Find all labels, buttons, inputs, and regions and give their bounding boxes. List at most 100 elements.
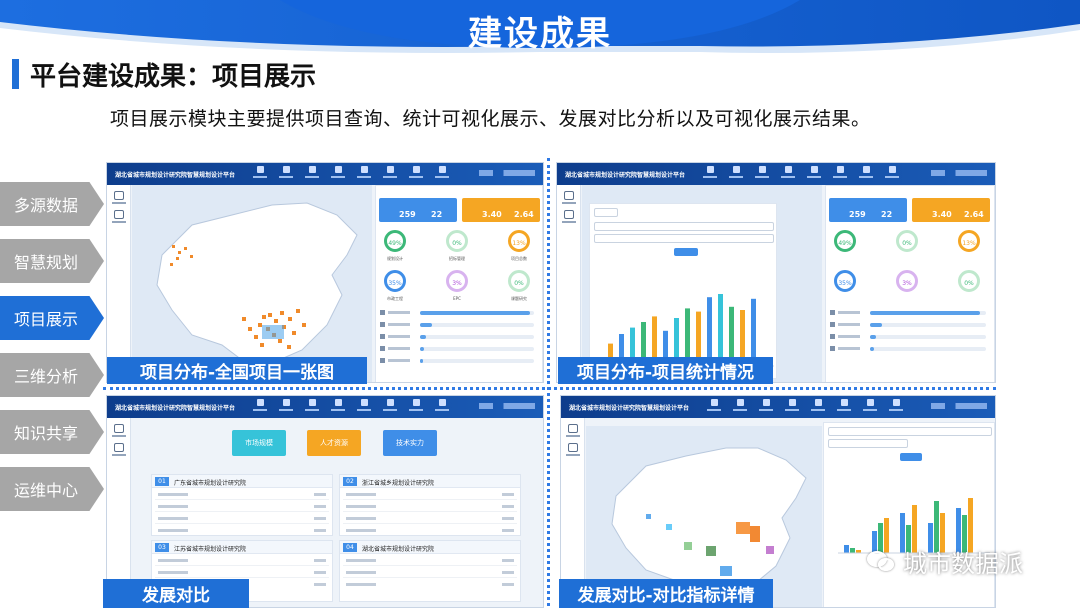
chart-icon	[113, 443, 124, 452]
app-nav-icon	[434, 399, 450, 415]
caption-project-stats: 项目分布-项目统计情况	[558, 357, 773, 384]
app-user-area	[917, 403, 987, 409]
ring-caption: 项目总数	[511, 256, 527, 261]
ring-chart-municipal: 35%	[384, 270, 406, 292]
layers-icon	[567, 424, 578, 433]
progress-row	[380, 346, 540, 352]
org-card[interactable]: 04 湖北省城市规划设计研究院	[339, 540, 521, 602]
app-nav-icon	[408, 399, 424, 415]
nav-item-knowledge-sharing[interactable]: 知识共享	[0, 410, 104, 454]
nav-item-smart-planning[interactable]: 智慧规划	[0, 239, 104, 283]
ring-chart-epc: 3%	[446, 270, 468, 292]
stats-panel: 259 22 3.40 2.64 49% 0% 13% 35% 3% 0%	[825, 185, 995, 382]
popup-query-button[interactable]	[674, 248, 698, 256]
indicator-year-select[interactable]	[828, 439, 908, 448]
header-banner: 建设成果	[0, 0, 1080, 64]
section-title: 平台建设成果：项目展示	[30, 62, 317, 92]
org-card[interactable]: 01 广东省城市规划设计研究院	[151, 474, 333, 536]
chart-bar	[751, 298, 756, 366]
app-name: 湖北省城市规划设计研究院智慧规划设计平台	[569, 404, 690, 412]
stat-value-c: 3.40	[482, 210, 502, 219]
stat-value-d: 2.64	[514, 210, 534, 219]
ring-caption: 课题研究	[511, 296, 527, 301]
chart-icon	[113, 210, 124, 219]
stat-card-projects: 259 22	[829, 198, 907, 222]
stat-card-amount: 3.40 2.64	[912, 198, 990, 222]
chart-bar	[707, 297, 712, 366]
progress-row	[830, 322, 992, 328]
app-topbar: 湖北省城市规划设计研究院智慧规划设计平台	[107, 396, 543, 418]
progress-row	[380, 334, 540, 340]
app-nav-icon	[330, 399, 346, 415]
nav-item-3d-analysis[interactable]: 三维分析	[0, 353, 104, 397]
popup-tab[interactable]	[594, 208, 618, 217]
ring-caption: EPC	[453, 296, 461, 301]
nav-item-ops-center[interactable]: 运维中心	[0, 467, 104, 511]
progress-row	[830, 334, 992, 340]
app-nav-icons	[702, 166, 900, 182]
chart-bar	[844, 545, 849, 553]
app-topbar: 湖北省城市规划设计研究院智慧规划设计平台	[561, 396, 995, 418]
app-user-area	[465, 403, 535, 409]
screenshot-project-stats: 湖北省城市规划设计研究院智慧规划设计平台 259 22 3.40 2.64 49…	[556, 162, 996, 383]
stat-value-d: 2.64	[964, 210, 984, 219]
ring-chart-total: 13%	[958, 230, 980, 252]
stat-value-c: 3.40	[932, 210, 952, 219]
app-nav-icon	[832, 166, 848, 182]
progress-row	[830, 346, 992, 352]
app-sidebar	[107, 185, 131, 382]
stat-value-a: 259	[849, 210, 866, 219]
stat-value-b: 22	[431, 210, 443, 219]
stats-popup[interactable]	[589, 203, 777, 379]
popup-filter-row[interactable]	[594, 222, 774, 231]
stats-panel: 259 22 3.40 2.64 49% 0% 13% 规划设计 招标管理 项目…	[375, 185, 543, 382]
layers-icon	[113, 424, 124, 433]
app-nav-icon	[304, 399, 320, 415]
app-nav-icon	[706, 399, 722, 415]
app-nav-icon	[278, 399, 294, 415]
screenshot-project-map: 湖北省城市规划设计研究院智慧规划设计平台 259 22 3.40 2.64 49…	[106, 162, 544, 383]
ring-chart-planning: 49%	[834, 230, 856, 252]
category-tech[interactable]: 技术实力	[383, 430, 437, 456]
stat-value-a: 259	[399, 210, 416, 219]
progress-row	[380, 322, 540, 328]
ring-chart-research: 0%	[958, 270, 980, 292]
ring-chart-bidding: 0%	[446, 230, 468, 252]
nav-item-project-display[interactable]: 项目展示	[0, 296, 104, 340]
ring-chart-epc: 3%	[896, 270, 918, 292]
app-nav-icon	[252, 399, 268, 415]
app-nav-icon	[806, 166, 822, 182]
indicator-query-button[interactable]	[900, 453, 922, 461]
chart-bar	[718, 294, 723, 366]
app-nav-icon	[862, 399, 878, 415]
chart-bar	[850, 548, 855, 553]
chart-icon	[567, 443, 578, 452]
screenshot-development-compare: 湖北省城市规划设计研究院智慧规划设计平台 市场规模 人才资源 技术实力 01 广东…	[106, 395, 544, 608]
app-name: 湖北省城市规划设计研究院智慧规划设计平台	[115, 404, 236, 412]
popup-slider-row[interactable]	[594, 234, 774, 243]
app-topbar: 湖北省城市规划设计研究院智慧规划设计平台	[557, 163, 995, 185]
china-map[interactable]	[132, 185, 372, 382]
ring-chart-bidding: 0%	[896, 230, 918, 252]
chart-icon	[563, 210, 574, 219]
stat-card-amount: 3.40 2.64	[462, 198, 540, 222]
app-nav-icons	[252, 399, 450, 415]
app-nav-icon	[382, 166, 398, 182]
nav-item-multi-source-data[interactable]: 多源数据	[0, 182, 104, 226]
banner-title: 建设成果	[468, 14, 612, 54]
app-nav-icon	[356, 166, 372, 182]
watermark-text: 城市数据派	[903, 550, 1023, 578]
org-card[interactable]: 02 浙江省城乡规划设计研究院	[339, 474, 521, 536]
app-nav-icon	[780, 166, 796, 182]
category-talent[interactable]: 人才资源	[307, 430, 361, 456]
app-nav-icon	[702, 166, 718, 182]
category-market[interactable]: 市场规模	[232, 430, 286, 456]
layers-icon	[563, 191, 574, 200]
ring-chart-planning: 49%	[384, 230, 406, 252]
stat-card-projects: 259 22	[379, 198, 457, 222]
app-sidebar	[557, 185, 581, 382]
app-nav-icons	[706, 399, 904, 415]
divider-horizontal	[103, 387, 996, 390]
app-user-area	[465, 170, 535, 176]
indicator-options[interactable]	[828, 427, 992, 436]
